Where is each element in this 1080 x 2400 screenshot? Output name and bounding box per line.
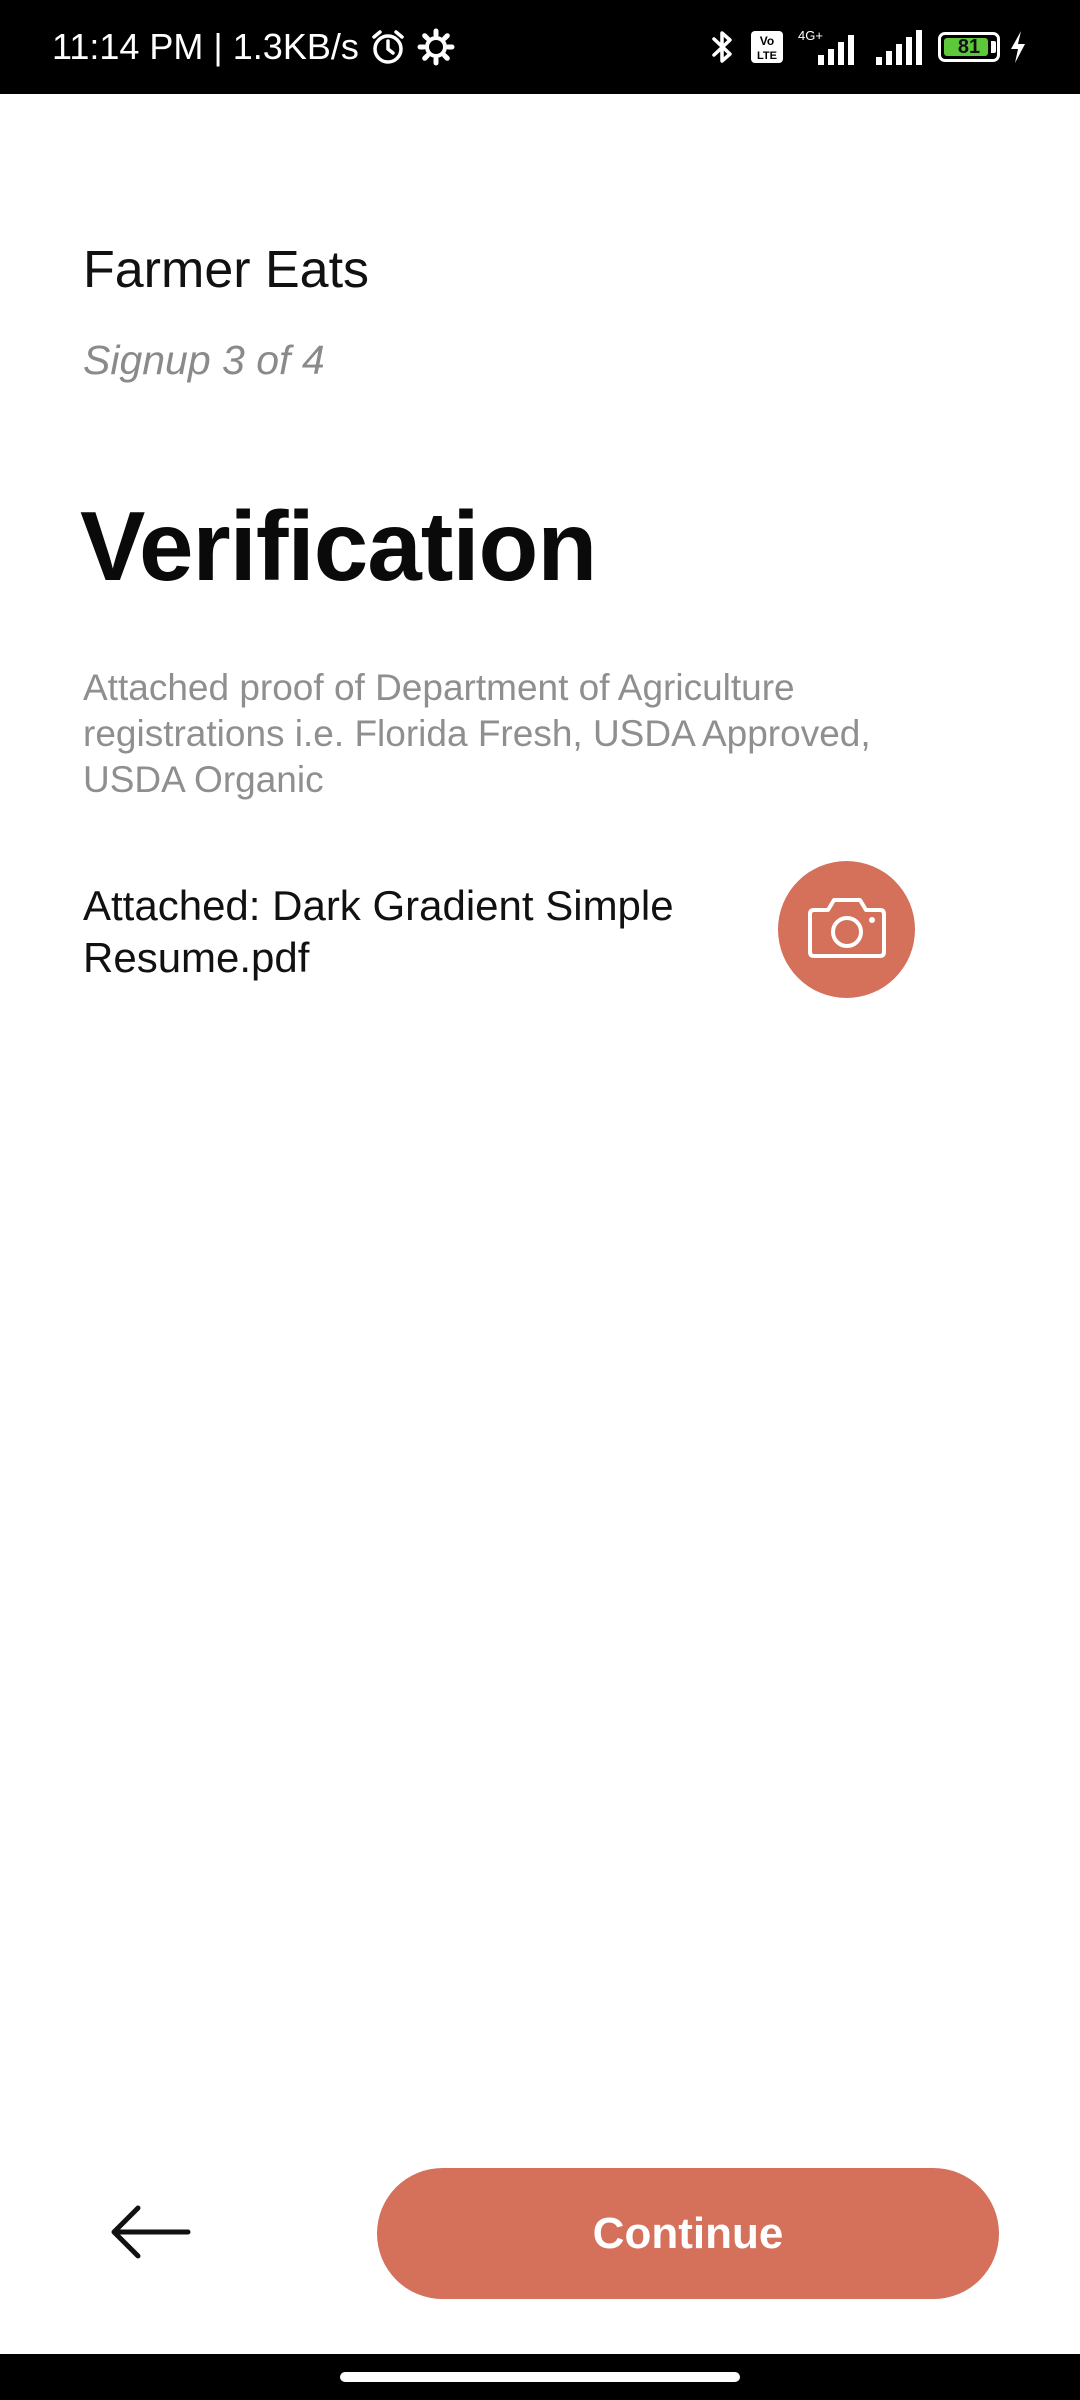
status-separator: | xyxy=(213,26,223,67)
signal-icon xyxy=(874,27,926,67)
battery-indicator: 81 xyxy=(938,32,1000,62)
camera-upload-button[interactable] xyxy=(778,861,915,998)
signal-4g-icon: 4G+ xyxy=(796,27,862,67)
signup-step-label: Signup 3 of 4 xyxy=(83,337,325,383)
page-title: Verification xyxy=(80,491,597,601)
battery-level: 81 xyxy=(957,35,981,58)
svg-text:LTE: LTE xyxy=(757,50,777,62)
back-button[interactable] xyxy=(100,2196,200,2272)
volte-icon: Vo LTE xyxy=(750,30,784,64)
svg-text:4G+: 4G+ xyxy=(798,28,823,43)
arrow-left-icon xyxy=(108,2202,192,2267)
status-bar: 11:14 PM | 1.3KB/s Vo LTE 4G+ 81 xyxy=(0,0,1080,94)
svg-text:Vo: Vo xyxy=(760,34,774,48)
battery-icon: 81 xyxy=(938,32,1000,62)
settings-icon xyxy=(417,28,455,66)
verification-description: Attached proof of Department of Agricult… xyxy=(83,667,871,800)
status-time: 11:14 PM xyxy=(52,26,204,67)
charging-icon xyxy=(1008,29,1028,65)
status-left: 11:14 PM | 1.3KB/s xyxy=(52,0,455,94)
network-speed: 1.3KB/s xyxy=(232,26,359,67)
bluetooth-icon xyxy=(708,28,738,66)
attached-file-label: Attached: Dark Gradient Simple Resume.pd… xyxy=(83,882,674,981)
status-right: Vo LTE 4G+ 81 xyxy=(708,0,1028,94)
alarm-icon xyxy=(369,28,407,66)
continue-button[interactable]: Continue xyxy=(377,2168,999,2299)
home-indicator[interactable] xyxy=(340,2372,740,2382)
signup-screen: 11:14 PM | 1.3KB/s Vo LTE 4G+ 81 Farmer … xyxy=(0,0,1080,2400)
app-name: Farmer Eats xyxy=(83,241,370,299)
camera-icon xyxy=(806,894,888,965)
